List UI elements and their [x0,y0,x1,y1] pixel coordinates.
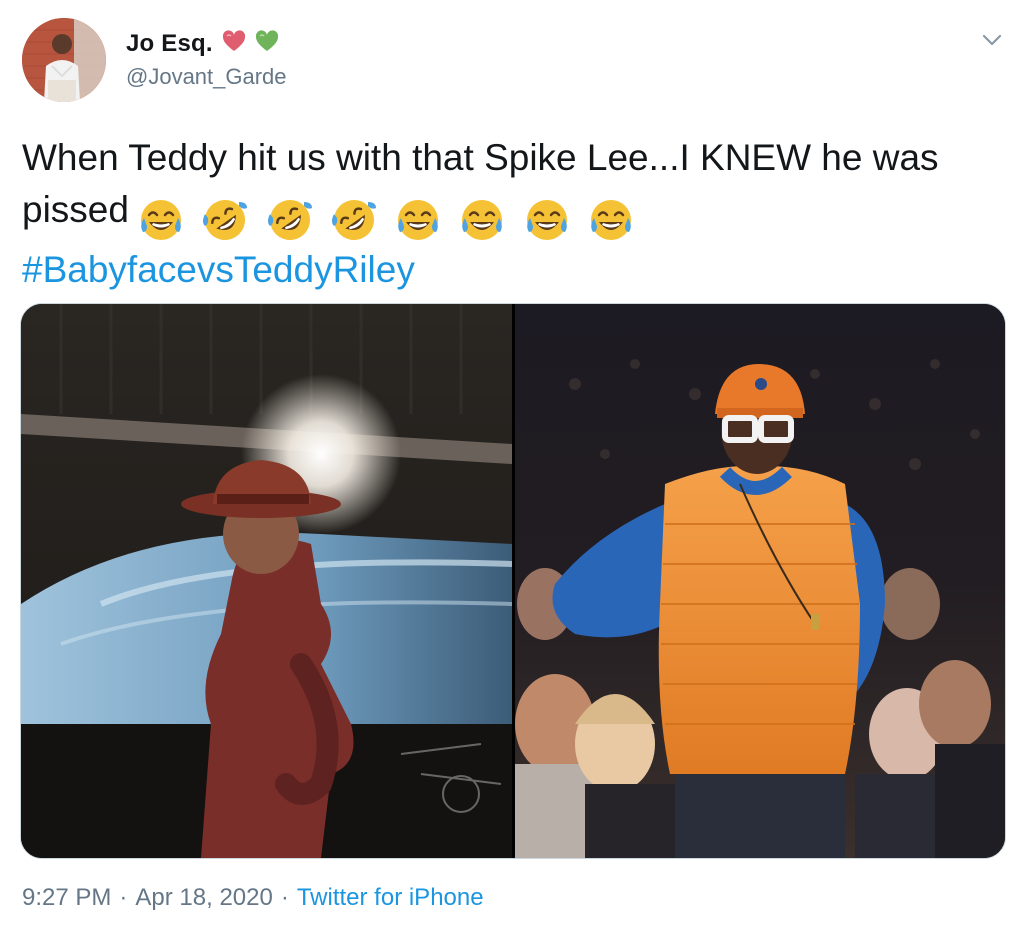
rofl-emoji [267,200,312,241]
display-name-text: Jo Esq. [126,30,213,57]
rofl-emoji [203,200,248,241]
tweet-text-line-2: pissed [22,184,1012,244]
tweet-text: When Teddy hit us with that Spike Lee...… [22,132,1012,296]
heart-icon [222,30,245,51]
tweet-source-link[interactable]: Twitter for iPhone [297,884,484,911]
tears-of-joy-emoji [462,200,503,241]
tweet-time[interactable]: 9:27 PM [22,884,111,911]
tweet-date[interactable]: Apr 18, 2020 [135,884,272,911]
media-grid [20,303,1006,859]
tweet-text-line-1: When Teddy hit us with that Spike Lee...… [22,137,939,178]
tears-of-joy-emoji [140,200,181,241]
photo-right-illustration [515,304,1005,858]
tweet-footer: 9:27 PM · Apr 18, 2020 · Twitter for iPhone [22,884,484,912]
emoji-row [137,192,641,244]
footer-separator: · [119,884,128,911]
chevron-down-icon[interactable] [978,28,1006,52]
hashtag-link[interactable]: #BabyfacevsTeddyRiley [22,244,1012,296]
photo-left-illustration [21,304,512,858]
tweet-text-line-2-word: pissed [22,189,129,230]
avatar[interactable] [22,18,106,102]
tweet-card: Jo Esq. @Jovant_Garde When Teddy hit us … [0,0,1024,935]
tears-of-joy-emoji [590,200,631,241]
rofl-emoji [331,200,376,241]
green-heart-icon [255,30,278,51]
spike-lee-courtside-photo[interactable] [515,304,1005,858]
teddy-riley-on-stage-photo[interactable] [21,304,512,858]
display-name[interactable]: Jo Esq. [126,30,279,58]
tears-of-joy-emoji [398,200,439,241]
tears-of-joy-emoji [526,200,567,241]
avatar-image [22,18,106,102]
footer-separator: · [280,884,289,911]
user-handle[interactable]: @Jovant_Garde [126,64,287,90]
